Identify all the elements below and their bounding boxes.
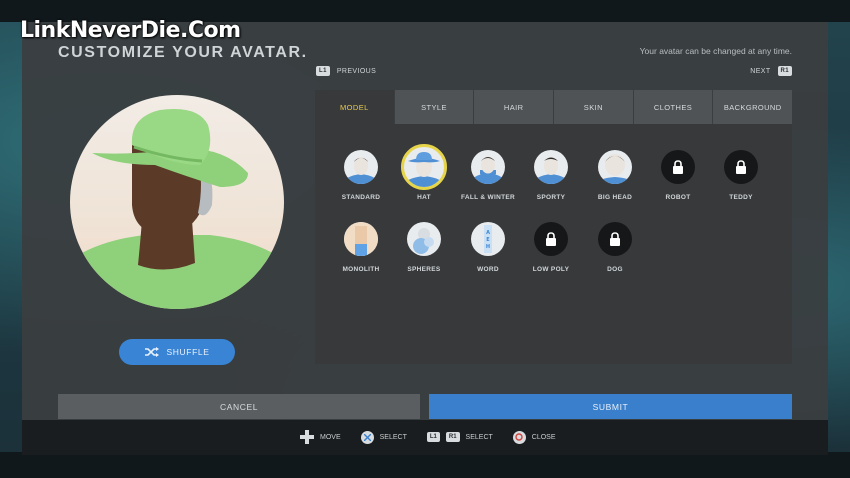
tab-background[interactable]: BACKGROUND [713,90,793,124]
model-label: SPHERES [407,266,441,273]
previous-tab-button[interactable]: L1 PREVIOUS [316,66,376,76]
next-tab-button[interactable]: NEXT R1 [750,66,792,76]
model-label: LOW POLY [532,266,570,273]
watermark: LinkNeverDie.Com [20,18,241,43]
tab-model[interactable]: MODEL [315,90,395,124]
winter-head-icon [471,150,505,184]
word-icon: AEH [471,222,505,256]
model-label: MONOLITH [342,266,380,273]
model-hat[interactable]: HAT [392,144,456,201]
svg-text:A: A [486,230,490,236]
avatar-preview [70,95,284,309]
tab-clothes[interactable]: CLOTHES [633,90,714,124]
dpad-icon [300,430,314,444]
hint-move: MOVE [300,430,341,444]
shuffle-button[interactable]: SHUFFLE [119,339,235,365]
model-spheres[interactable]: SPHERES [392,222,456,273]
model-monolith[interactable]: MONOLITH [329,222,393,273]
model-fall-winter[interactable]: FALL & WINTER [456,150,520,201]
model-low-poly[interactable]: LOW POLY [519,222,583,273]
lock-icon [724,150,758,184]
big-head-icon [598,150,632,184]
model-label: DOG [607,266,623,273]
model-label: SPORTY [536,194,566,201]
lock-icon [661,150,695,184]
hint-close: CLOSE [512,430,556,444]
circle-button-icon [512,430,526,444]
hat-head-icon [401,144,447,190]
hint-close-label: CLOSE [531,433,556,441]
model-dog[interactable]: DOG [583,222,647,273]
sporty-head-icon [534,150,568,184]
model-teddy[interactable]: TEDDY [709,150,773,201]
spheres-icon [407,222,441,256]
tab-skin[interactable]: SKIN [554,90,634,124]
hint-select-bumpers: L1 R1 SELECT [426,432,493,442]
l1-badge: L1 [316,66,330,76]
model-word[interactable]: AEH WORD [456,222,520,273]
monolith-icon [344,222,378,256]
background-bottom-bar [0,452,850,478]
model-grid: STANDARD HAT FALL & WINTER SPORTY BIG HE… [315,124,792,364]
hint-move-label: MOVE [320,433,341,441]
svg-text:H: H [486,244,490,250]
model-label: ROBOT [665,194,691,201]
lock-icon [598,222,632,256]
hint-select-label: SELECT [465,433,493,441]
hint-select-label: SELECT [379,433,407,441]
tab-style[interactable]: STYLE [394,90,475,124]
hint-select-cross: SELECT [360,430,407,444]
cross-button-icon [360,430,374,444]
tab-hair[interactable]: HAIR [474,90,555,124]
model-label: FALL & WINTER [461,194,515,201]
model-standard[interactable]: STANDARD [329,150,393,201]
category-tabs: MODEL STYLE HAIR SKIN CLOTHES BACKGROUND [315,90,793,124]
shuffle-label: SHUFFLE [166,347,210,357]
lock-icon [534,222,568,256]
model-label: STANDARD [341,194,381,201]
svg-text:E: E [486,237,490,243]
change-note: Your avatar can be changed at any time. [639,46,792,56]
model-label: TEDDY [729,194,753,201]
page-title: CUSTOMIZE YOUR AVATAR. [58,44,308,61]
model-label: BIG HEAD [597,194,633,201]
model-robot[interactable]: ROBOT [646,150,710,201]
submit-button[interactable]: SUBMIT [429,394,792,419]
r1-badge: R1 [777,66,792,76]
button-hints: MOVE SELECT L1 R1 SELECT CLOSE [300,430,570,444]
standard-head-icon [344,150,378,184]
model-sporty[interactable]: SPORTY [519,150,583,201]
model-label: HAT [417,194,431,201]
l1-badge: L1 [426,432,440,442]
r1-badge: R1 [445,432,460,442]
next-label: NEXT [750,67,771,75]
model-label: WORD [477,266,499,273]
previous-label: PREVIOUS [336,67,377,75]
model-big-head[interactable]: BIG HEAD [583,150,647,201]
cancel-button[interactable]: CANCEL [58,394,420,419]
shuffle-icon [144,347,159,357]
